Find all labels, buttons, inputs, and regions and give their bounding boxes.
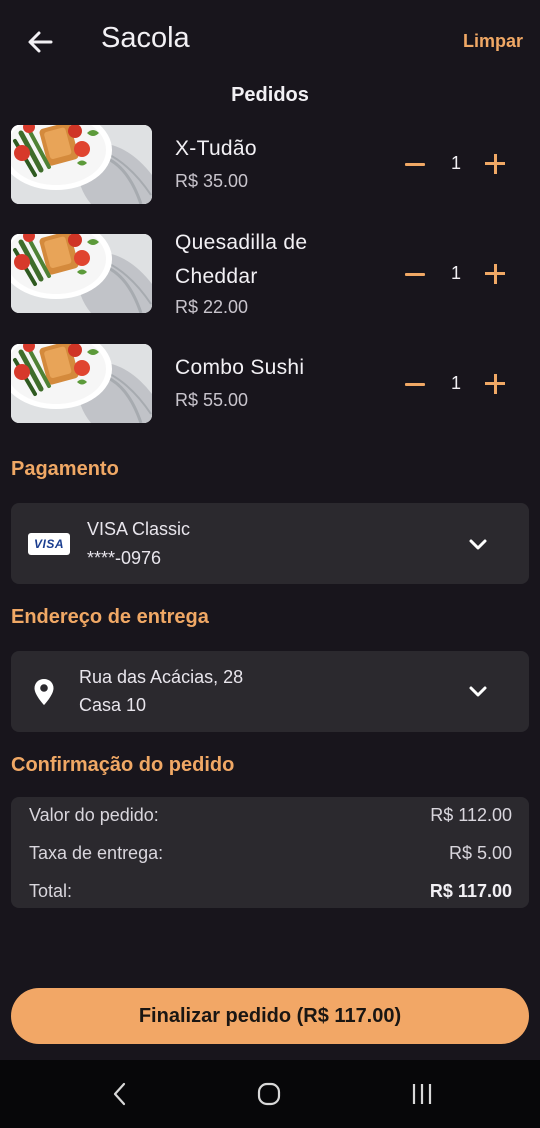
increase-button[interactable] [480,149,510,179]
app-bar: Sacola Limpar [0,0,540,84]
clear-button[interactable]: Limpar [463,31,523,52]
summary-value: R$ 5.00 [448,843,512,863]
summary-label: Valor do pedido: [29,805,159,825]
summary-row: Valor do pedido: R$ 112.00 [29,805,512,826]
summary-total-value: R$ 117.00 [429,881,512,901]
visa-card-icon: VISA [28,533,70,555]
minus-icon [405,162,425,166]
minus-icon [405,382,425,386]
page-title: Sacola [101,22,190,54]
card-number: ****-0976 [87,548,162,568]
item-name: Quesadilla de Cheddar [175,231,308,288]
quantity-value: 1 [450,263,461,283]
item-price: R$ 55.00 [175,390,249,410]
address-complement: Casa 10 [79,695,147,715]
food-image [11,234,152,313]
summary-row-total: Total: R$ 117.00 [29,881,512,902]
address-section-title: Endereço de entrega [11,606,209,628]
item-price: R$ 22.00 [175,297,249,317]
quantity-value: 1 [450,153,461,173]
item-name: Combo Sushi [175,356,305,379]
address-street: Rua das Acácias, 28 [79,667,244,687]
decrease-button[interactable] [400,149,430,179]
card-name: VISA Classic [87,519,191,539]
chevron-down-icon [469,539,487,550]
payment-section-title: Pagamento [11,458,119,480]
confirmation-section-title: Confirmação do pedido [11,754,235,776]
chevron-down-icon [469,686,487,697]
summary-label: Taxa de entrega: [29,843,164,863]
increase-button[interactable] [480,259,510,289]
map-pin-icon [34,679,54,705]
address-selector[interactable]: Rua das Acácias, 28 Casa 10 [11,651,529,732]
quantity-stepper: 1 [400,369,512,399]
quantity-stepper: 1 [400,259,512,289]
summary-row: Taxa de entrega: R$ 5.00 [29,843,512,864]
summary-label: Total: [29,881,73,901]
checkout-button[interactable]: Finalizar pedido (R$ 117.00) [11,988,529,1044]
increase-button[interactable] [480,369,510,399]
arrow-left-icon [28,31,53,53]
nav-home-icon[interactable] [257,1082,281,1106]
item-price: R$ 35.00 [175,171,249,191]
orders-section-title: Pedidos [231,84,309,106]
summary-value: R$ 112.00 [430,805,512,825]
decrease-button[interactable] [400,259,430,289]
order-summary: Valor do pedido: R$ 112.00 Taxa de entre… [11,797,529,908]
nav-recents-icon[interactable] [410,1082,434,1106]
food-image [11,344,152,423]
back-button[interactable] [22,24,58,60]
food-image [11,125,152,204]
quantity-value: 1 [450,373,461,393]
decrease-button[interactable] [400,369,430,399]
minus-icon [405,272,425,276]
quantity-stepper: 1 [400,149,512,179]
nav-back-icon[interactable] [108,1080,132,1108]
payment-selector[interactable]: VISA VISA Classic ****-0976 [11,503,529,584]
item-name: X-Tudão [175,137,257,160]
system-nav-bar [0,1060,540,1128]
